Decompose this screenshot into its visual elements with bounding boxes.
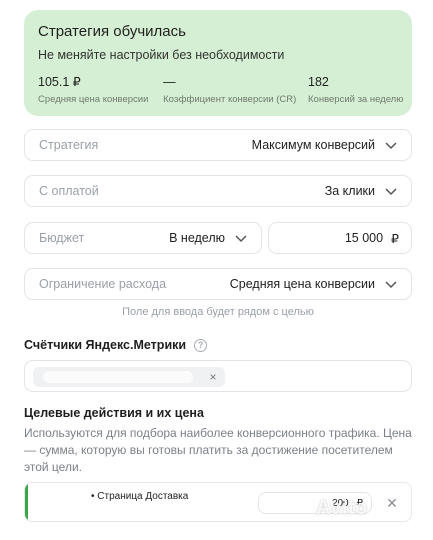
spend-limit-label: Ограничение расхода: [39, 277, 167, 291]
chevron-down-icon: [233, 230, 249, 246]
close-icon[interactable]: ×: [205, 369, 221, 385]
payment-value: За клики: [324, 184, 375, 198]
metric-value: 182: [308, 75, 329, 89]
strategy-status-card: Стратегия обучилась Не меняйте настройки…: [24, 10, 412, 116]
strategy-value: Максимум конверсий: [251, 138, 375, 152]
avito-watermark: Avito: [316, 497, 368, 519]
budget-period-value: В неделю: [169, 231, 225, 245]
chevron-down-icon: [383, 276, 399, 292]
counter-chip-redacted: [43, 371, 193, 383]
strategy-label: Стратегия: [39, 138, 99, 152]
budget-label: Бюджет: [39, 231, 85, 245]
status-title: Стратегия обучилась: [38, 23, 186, 40]
payment-select[interactable]: С оплатой За клики: [24, 175, 412, 207]
goals-description: Используются для подбора наиболее конвер…: [24, 426, 412, 474]
payment-label: С оплатой: [39, 184, 99, 198]
chevron-down-icon: [383, 183, 399, 199]
goals-title: Целевые действия и их цена: [24, 406, 204, 420]
counters-title: Счётчики Яндекс.Метрики ?: [24, 338, 208, 352]
close-icon[interactable]: ✕: [383, 494, 401, 512]
metric-value: 105.1 ₽: [38, 75, 81, 89]
budget-amount-value: 15 000: [344, 231, 384, 245]
goal-name: • Страница Доставка: [91, 491, 189, 502]
budget-period-select[interactable]: Бюджет В неделю: [24, 222, 262, 254]
metric-weekly-conversions: 182 Конверсий за неделю: [308, 75, 404, 106]
status-subtitle: Не меняйте настройки без необходимости: [38, 48, 285, 62]
chevron-down-icon: [383, 137, 399, 153]
metric-conversion-rate: — Коэффициент конверсии (CR): [163, 75, 308, 106]
budget-currency: ₽: [391, 231, 399, 246]
status-metrics: 105.1 ₽ Средняя цена конверсии — Коэффиц…: [38, 75, 404, 106]
metric-avg-cost: 105.1 ₽ Средняя цена конверсии: [38, 75, 163, 106]
metric-label: Средняя цена конверсии: [38, 94, 149, 105]
question-icon[interactable]: ?: [194, 338, 208, 352]
counters-title-text: Счётчики Яндекс.Метрики: [24, 338, 187, 352]
goal-accent: [25, 483, 28, 521]
counter-chip: ×: [33, 367, 225, 387]
metrika-counter-field[interactable]: ×: [24, 360, 412, 392]
metric-label: Конверсий за неделю: [308, 94, 404, 105]
strategy-select[interactable]: Стратегия Максимум конверсий: [24, 129, 412, 161]
metric-value: —: [163, 75, 176, 89]
spend-limit-value: Средняя цена конверсии: [229, 277, 375, 291]
limit-hint: Поле для ввода будет рядом с целью: [122, 306, 314, 318]
budget-amount-input[interactable]: 15 000 ₽: [268, 222, 412, 254]
spend-limit-select[interactable]: Ограничение расхода Средняя цена конверс…: [24, 268, 412, 300]
metric-label: Коэффициент конверсии (CR): [163, 94, 297, 105]
